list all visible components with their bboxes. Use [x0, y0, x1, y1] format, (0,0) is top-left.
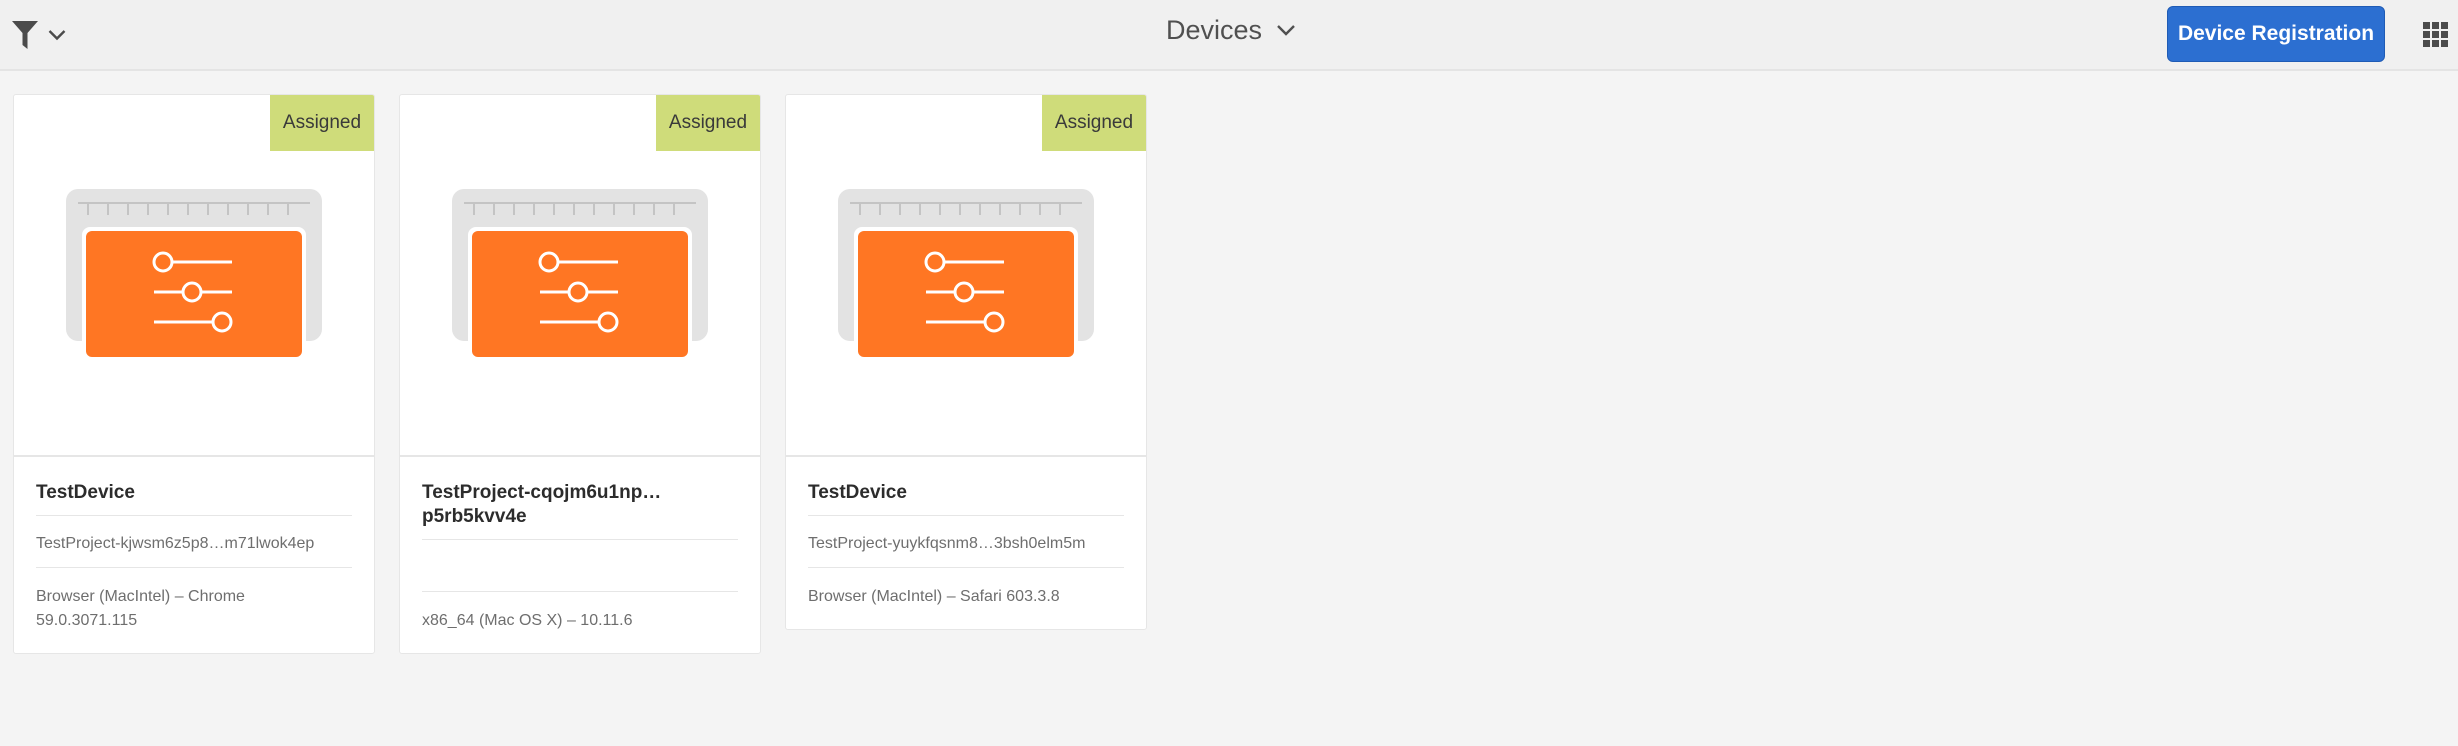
device-name-line: p5rb5kvv4e	[422, 506, 527, 527]
view-title-dropdown[interactable]: Devices	[1166, 15, 1296, 46]
device-card[interactable]: Assigned	[399, 94, 761, 654]
device-name: TestDevice	[36, 482, 135, 503]
project-name: TestProject-yuykfqsnm8…3bsh0elm5m	[808, 516, 1124, 568]
device-name: TestProject-cqojm6u1np… p5rb5kvv4e	[422, 481, 738, 529]
device-card[interactable]: Assigned	[13, 94, 375, 654]
grid-view-icon[interactable]	[2423, 22, 2448, 47]
chevron-down-icon	[48, 30, 66, 41]
browser-info-line: x86_64 (Mac OS X) – 10.11.6	[422, 612, 633, 629]
browser-info-line: Browser (MacIntel) – Safari 603.3.8	[808, 588, 1060, 605]
device-settings-icon	[452, 189, 708, 359]
browser-info: Browser (MacIntel) – Safari 603.3.8	[808, 568, 1124, 629]
device-info: TestDevice TestProject-yuykfqsnm8…3bsh0e…	[786, 457, 1146, 629]
filter-icon	[12, 21, 38, 49]
browser-info: x86_64 (Mac OS X) – 10.11.6	[422, 592, 738, 653]
chevron-down-icon	[1277, 25, 1295, 36]
browser-version-line: 59.0.3071.115	[36, 612, 138, 629]
device-name-row: TestProject-cqojm6u1np… p5rb5kvv4e	[422, 481, 738, 540]
status-badge: Assigned	[656, 95, 760, 151]
device-name-row: TestDevice	[36, 481, 352, 516]
browser-info: Browser (MacIntel) – Chrome 59.0.3071.11…	[36, 568, 352, 653]
device-name-line: TestProject-cqojm6u1np…	[422, 482, 662, 503]
device-info: TestProject-cqojm6u1np… p5rb5kvv4e x86_6…	[400, 457, 760, 653]
device-name: TestDevice	[808, 482, 907, 503]
device-thumbnail: Assigned	[400, 95, 760, 457]
device-thumbnail: Assigned	[786, 95, 1146, 457]
project-name	[422, 540, 738, 592]
project-name: TestProject-kjwsm6z5p8…m71lwok4ep	[36, 516, 352, 568]
device-name-row: TestDevice	[808, 481, 1124, 516]
device-info: TestDevice TestProject-kjwsm6z5p8…m71lwo…	[14, 457, 374, 653]
top-bar: Devices Device Registration	[0, 0, 2458, 71]
status-badge: Assigned	[1042, 95, 1146, 151]
status-badge: Assigned	[270, 95, 374, 151]
device-thumbnail: Assigned	[14, 95, 374, 457]
device-registration-button[interactable]: Device Registration	[2167, 6, 2385, 62]
device-settings-icon	[838, 189, 1094, 359]
browser-info-line: Browser (MacIntel) – Chrome	[36, 588, 245, 605]
page-title: Devices	[1166, 15, 1263, 45]
device-card[interactable]: Assigned	[785, 94, 1147, 630]
device-settings-icon	[66, 189, 322, 359]
filter-toggle[interactable]	[12, 20, 66, 50]
